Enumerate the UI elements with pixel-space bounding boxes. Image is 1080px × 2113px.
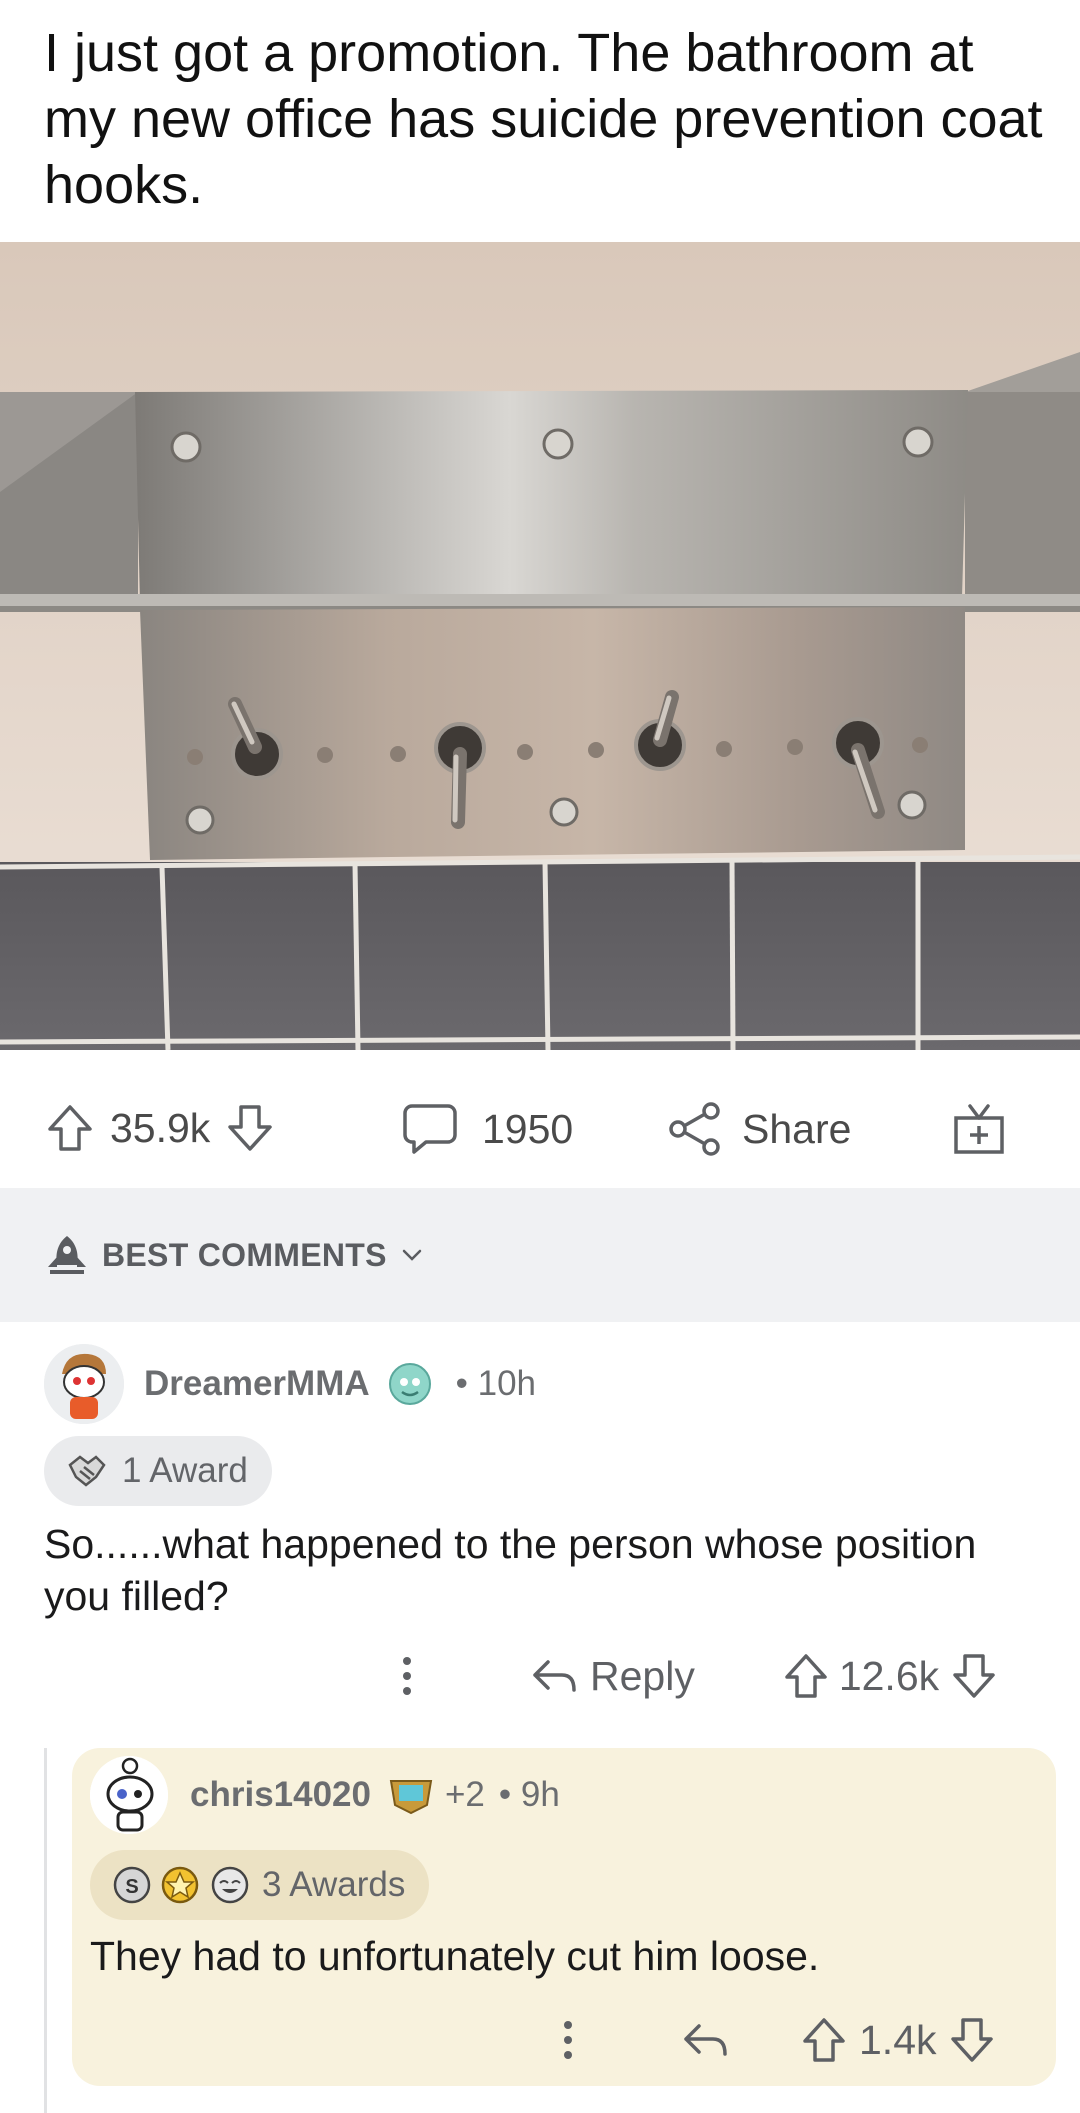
award-count: 1 Award — [122, 1451, 248, 1490]
comment-username[interactable]: DreamerMMA — [144, 1364, 370, 1404]
reply-button[interactable]: Reply — [590, 1653, 695, 1700]
gold-award-icon — [161, 1866, 199, 1904]
share-label: Share — [742, 1105, 852, 1152]
upvote-group: 35.9k — [44, 1102, 276, 1154]
gift-icon — [954, 1104, 1004, 1154]
post-title: I just got a promotion. The bathroom at … — [44, 23, 1043, 215]
reply-arrow-icon[interactable] — [681, 2020, 729, 2060]
snoo-avatar-icon — [90, 1756, 168, 1834]
award-pill[interactable]: 1 Award — [44, 1436, 272, 1506]
post-action-bar: 35.9k 1950 Share — [0, 1050, 1080, 1188]
reply-header: chris14020 +2 • 9h — [90, 1756, 560, 1834]
avatar[interactable] — [44, 1344, 124, 1424]
comment-time: • 10h — [455, 1364, 536, 1403]
chevron-down-icon — [402, 1249, 422, 1261]
sort-label: BEST COMMENTS — [102, 1236, 387, 1273]
comment-body: So......what happened to the person whos… — [44, 1521, 977, 1619]
more-options-icon[interactable] — [561, 2018, 575, 2062]
reply-time: • 9h — [498, 1775, 560, 1814]
more-options-icon[interactable] — [400, 1654, 414, 1698]
reply-username[interactable]: chris14020 — [190, 1775, 371, 1815]
handshake-award-icon — [68, 1455, 106, 1487]
upvote-icon[interactable] — [44, 1102, 96, 1154]
share-button[interactable]: Share — [668, 1102, 851, 1156]
post-image[interactable] — [0, 242, 1080, 1050]
upvote-icon[interactable] — [783, 1652, 829, 1700]
thread-line[interactable] — [44, 1748, 47, 2113]
downvote-icon[interactable] — [951, 1652, 997, 1700]
award-count: 3 Awards — [262, 1865, 406, 1904]
avatar[interactable] — [90, 1756, 168, 1834]
upvote-icon[interactable] — [801, 2016, 847, 2064]
silver-award-icon: S — [113, 1866, 151, 1904]
award-button[interactable] — [952, 1100, 1006, 1156]
reply-extra: +2 — [444, 1775, 485, 1814]
comment-actions: Reply 12.6k — [400, 1652, 997, 1700]
comment-count: 1950 — [482, 1105, 574, 1152]
comment-sort[interactable]: BEST COMMENTS — [0, 1188, 1080, 1322]
avatar-badge-icon — [388, 1363, 431, 1405]
laughing-award-icon — [211, 1866, 249, 1904]
downvote-icon[interactable] — [224, 1102, 276, 1154]
comments-button[interactable]: 1950 — [402, 1102, 573, 1156]
svg-text:S: S — [125, 1876, 138, 1898]
comment-bubble-icon — [403, 1104, 457, 1154]
snoo-avatar-icon — [44, 1344, 124, 1424]
comment-score: 12.6k — [838, 1652, 940, 1699]
award-pill[interactable]: S 3 Awards — [90, 1850, 430, 1920]
upvote-count: 35.9k — [110, 1104, 211, 1151]
reply-actions: 1.4k — [561, 2016, 995, 2064]
reply-arrow-icon[interactable] — [530, 1656, 578, 1696]
reply-body: They had to unfortunately cut him loose. — [90, 1933, 820, 1979]
share-icon — [669, 1102, 720, 1156]
downvote-icon[interactable] — [949, 2016, 995, 2064]
comment-header: DreamerMMA • 10h — [44, 1344, 536, 1424]
rocket-icon — [48, 1236, 86, 1274]
coat-hook-photo — [0, 242, 1080, 1050]
avatar-badge-icon — [389, 1780, 433, 1815]
reply-score: 1.4k — [859, 2016, 937, 2063]
